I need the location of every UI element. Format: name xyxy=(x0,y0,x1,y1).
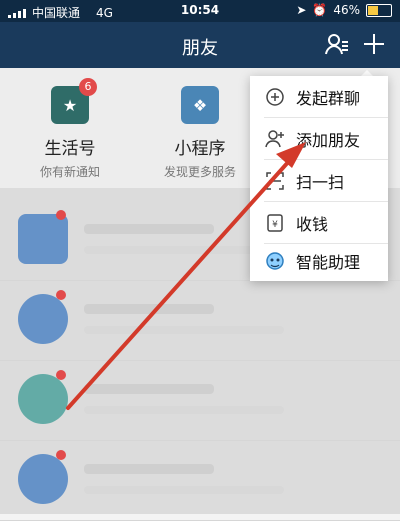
mini-program-icon: ❖ xyxy=(181,86,219,124)
menu-item-add-friend[interactable]: 添加朋友 xyxy=(250,118,388,159)
shortcut-title: 小程序 xyxy=(174,139,226,159)
alarm-icon: ⏰ xyxy=(312,3,328,17)
blurred-preview xyxy=(84,486,284,494)
menu-item-label: 发起群聊 xyxy=(296,88,361,108)
menu-item-smart-assistant[interactable]: 智能助理 xyxy=(250,240,388,281)
blurred-preview xyxy=(84,326,284,334)
list-item[interactable] xyxy=(0,440,400,521)
unread-dot xyxy=(56,290,66,300)
svg-text:¥: ¥ xyxy=(272,220,278,230)
notification-badge: 6 xyxy=(79,78,97,96)
battery-icon xyxy=(366,3,392,17)
menu-item-label: 智能助理 xyxy=(296,252,361,272)
status-bar: 中国联通 4G 10:54 ➤ ⏰ 46% xyxy=(0,0,400,22)
top-navigation-bar: 朋友 xyxy=(0,22,400,68)
receive-money-icon: ¥ xyxy=(264,212,286,234)
unread-dot xyxy=(56,210,66,220)
avatar xyxy=(18,374,68,424)
blurred-title xyxy=(84,304,214,314)
list-item[interactable] xyxy=(0,360,400,441)
menu-item-label: 添加朋友 xyxy=(296,130,361,150)
avatar xyxy=(18,214,68,264)
contacts-icon[interactable] xyxy=(324,32,350,64)
shortcut-title: 生活号 xyxy=(44,139,96,159)
shortcut-mini-program[interactable]: ❖ 小程序 发现更多服务 xyxy=(140,86,260,180)
status-right: ➤ ⏰ 46% xyxy=(296,3,392,17)
plus-dropdown-menu: 发起群聊 添加朋友 扫一扫 ¥ 收钱 智能助理 xyxy=(250,76,388,281)
blurred-preview xyxy=(84,406,284,414)
battery-percent: 46% xyxy=(333,3,360,17)
scan-icon xyxy=(264,170,286,192)
shortcut-subtitle: 发现更多服务 xyxy=(163,165,236,179)
menu-item-scan[interactable]: 扫一扫 xyxy=(250,160,388,201)
menu-item-label: 扫一扫 xyxy=(296,172,345,192)
location-icon: ➤ xyxy=(296,3,307,17)
unread-dot xyxy=(56,450,66,460)
plus-icon[interactable] xyxy=(362,32,386,62)
menu-item-receive-money[interactable]: ¥ 收钱 xyxy=(250,202,388,243)
avatar xyxy=(18,454,68,504)
battery-fill xyxy=(368,5,378,15)
menu-item-label: 收钱 xyxy=(296,214,329,234)
blurred-title xyxy=(84,464,214,474)
assistant-icon xyxy=(264,250,286,272)
blurred-title xyxy=(84,384,214,394)
shortcut-life-account[interactable]: ★ 6 生活号 你有新通知 xyxy=(10,78,130,180)
add-person-icon xyxy=(264,128,286,150)
shortcut-subtitle: 你有新通知 xyxy=(39,165,100,179)
life-account-icon: ★ 6 xyxy=(51,78,97,124)
avatar xyxy=(18,294,68,344)
menu-item-start-group-chat[interactable]: 发起群聊 xyxy=(250,76,388,117)
plus-circle-icon xyxy=(264,86,286,108)
unread-dot xyxy=(56,370,66,380)
list-item[interactable] xyxy=(0,280,400,361)
blurred-title xyxy=(84,224,214,234)
